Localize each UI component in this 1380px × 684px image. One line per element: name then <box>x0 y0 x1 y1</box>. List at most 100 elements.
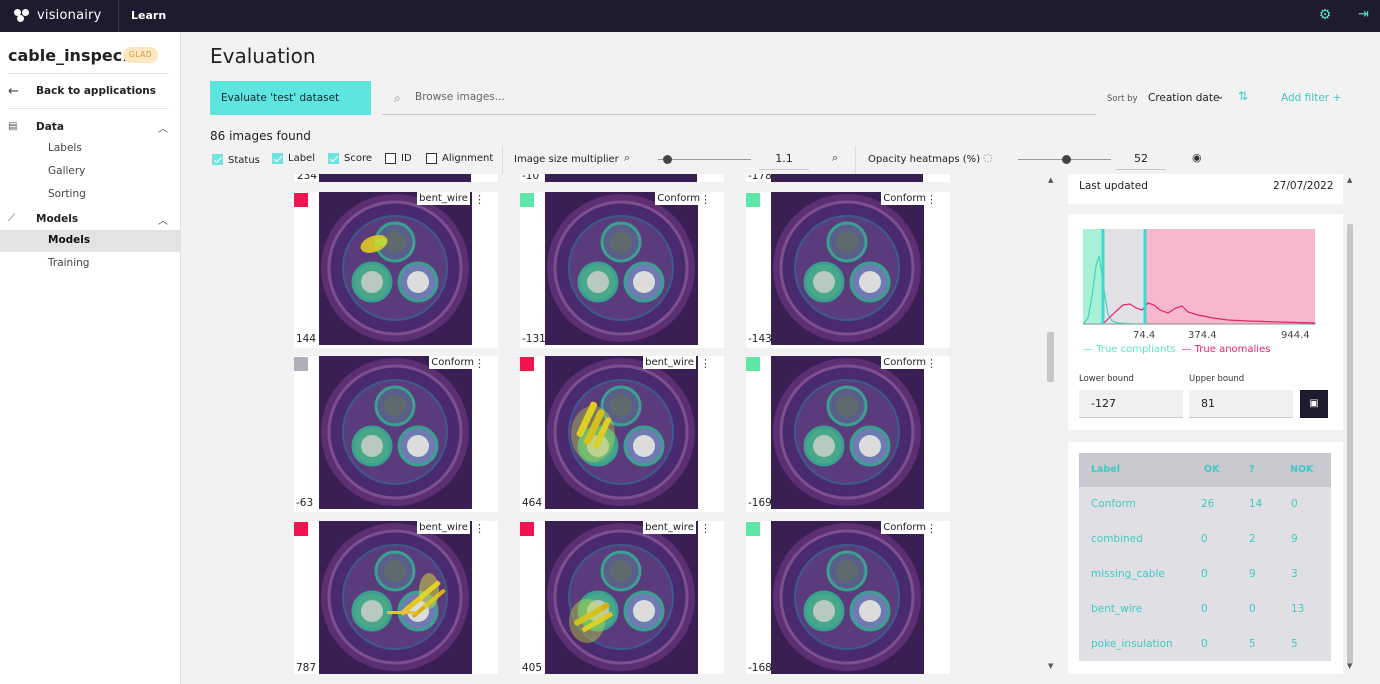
zoom-out-icon[interactable]: ⌕ <box>624 151 630 165</box>
chevron-up-icon[interactable]: ︿ <box>158 120 168 135</box>
label-checkbox[interactable]: Label <box>272 151 315 165</box>
zoom-in-icon[interactable]: ⌕ <box>832 151 838 165</box>
sort-select[interactable]: Creation date <box>1148 92 1219 104</box>
save-icon: ▣ <box>1309 398 1319 409</box>
upper-bound-input[interactable]: 81 <box>1189 390 1293 418</box>
lower-bound-label: Lower bound <box>1079 374 1134 384</box>
image-size-slider-handle[interactable] <box>663 155 672 164</box>
add-filter-label: Add filter <box>1281 92 1330 104</box>
table-row-label[interactable]: Conform <box>1091 498 1136 510</box>
more-options-icon[interactable]: ⋮ <box>700 358 711 369</box>
image-score: -169 <box>748 497 772 509</box>
more-options-icon[interactable]: ⋮ <box>474 194 485 205</box>
table-cell: 14 <box>1249 498 1263 510</box>
column-header: Label <box>1091 464 1120 475</box>
more-options-icon[interactable]: ⋮ <box>926 358 937 369</box>
back-to-applications-label: Back to applications <box>36 85 157 97</box>
more-options-icon[interactable]: ⋮ <box>474 523 485 534</box>
upper-bound-label: Upper bound <box>1189 374 1245 384</box>
gallery-image-partial[interactable] <box>545 174 697 182</box>
opacity-value[interactable]: 52 <box>1116 150 1166 170</box>
gallery-image[interactable] <box>319 521 472 674</box>
more-options-icon[interactable]: ⋮ <box>474 358 485 369</box>
id-checkbox[interactable]: ID <box>385 151 412 165</box>
image-gallery: 234 -10 -178 bent_wire ⋮ 144 Conform ⋮ -… <box>210 174 1056 674</box>
opacity-slider-handle[interactable] <box>1062 155 1071 164</box>
logout-icon[interactable]: ⇥ <box>1358 8 1372 22</box>
scroll-down-icon[interactable]: ▼ <box>1347 662 1352 670</box>
table-row-label[interactable]: poke_insulation <box>1091 638 1173 650</box>
gallery-image[interactable] <box>771 192 924 345</box>
topbar-section-learn[interactable]: Learn <box>131 9 166 22</box>
gallery-scrollbar-thumb[interactable] <box>1047 332 1054 382</box>
sidebar-item-training[interactable]: Training <box>0 253 181 275</box>
status-checkbox[interactable]: Status <box>212 152 260 166</box>
panel-scrollbar-thumb[interactable] <box>1347 224 1353 664</box>
table-row-label[interactable]: bent_wire <box>1091 603 1142 615</box>
toolbar-divider <box>855 146 856 174</box>
table-cell: 0 <box>1201 638 1208 650</box>
more-options-icon[interactable]: ⋮ <box>926 523 937 534</box>
sidebar-item-labels[interactable]: Labels <box>0 138 181 160</box>
scroll-up-icon[interactable]: ▲ <box>1347 176 1352 184</box>
image-size-value[interactable]: 1.1 <box>759 150 809 170</box>
status-indicator <box>520 522 534 536</box>
table-row-label[interactable]: missing_cable <box>1091 568 1165 580</box>
evaluate-dataset-button[interactable]: Evaluate 'test' dataset <box>210 81 371 115</box>
checkbox-icon <box>328 152 339 164</box>
gallery-image[interactable] <box>545 192 698 345</box>
table-cell: 3 <box>1291 568 1298 580</box>
table-row-label[interactable]: combined <box>1091 533 1143 545</box>
status-indicator <box>294 522 308 536</box>
gear-icon[interactable]: ⚙ <box>1318 8 1332 22</box>
database-icon: ▤ <box>8 121 18 132</box>
score-checkbox[interactable]: Score <box>328 151 372 165</box>
image-label-tag: bent_wire <box>417 192 470 205</box>
chevron-up-icon[interactable]: ︿ <box>158 212 168 227</box>
gallery-scrollbar[interactable]: ▲ ▼ <box>1046 174 1056 674</box>
unsure-zone <box>1103 229 1145 324</box>
sidebar-item-sorting[interactable]: Sorting <box>0 184 181 206</box>
gallery-image[interactable] <box>319 192 472 345</box>
back-arrow-icon: ← <box>8 84 19 99</box>
sort-direction-icon[interactable]: ⇅ <box>1238 89 1248 103</box>
sidebar-item-gallery[interactable]: Gallery <box>0 161 181 183</box>
table-cell: 0 <box>1249 603 1256 615</box>
table-cell: 0 <box>1201 568 1208 580</box>
brand-logo[interactable]: visionairy <box>14 8 102 23</box>
image-label-tag: bent_wire <box>643 521 696 534</box>
gallery-image[interactable] <box>545 521 698 674</box>
status-indicator <box>294 357 308 371</box>
search-input[interactable] <box>415 91 715 103</box>
confusion-table: Label OK ? NOK Conform 26 14 0 combined 0 2 9 mi… <box>1079 453 1331 661</box>
image-label-tag: Conform <box>881 192 929 205</box>
scroll-down-icon[interactable]: ▼ <box>1048 662 1053 670</box>
save-bounds-button[interactable]: ▣ <box>1300 390 1328 418</box>
gallery-image[interactable] <box>771 356 924 509</box>
gallery-image-partial[interactable] <box>771 174 923 182</box>
scroll-up-icon[interactable]: ▲ <box>1048 176 1053 184</box>
lower-bound-input[interactable]: -127 <box>1079 390 1183 418</box>
gallery-image[interactable] <box>319 356 472 509</box>
score-histogram[interactable]: 74.4 374.4 944.4 <box>1078 226 1333 346</box>
sidebar-section-data[interactable]: ▤ Data ︿ <box>0 118 181 138</box>
image-label-tag: Conform <box>881 356 929 369</box>
gallery-image[interactable] <box>545 356 698 509</box>
sidebar-item-models[interactable]: Models <box>0 230 181 252</box>
table-cell: 9 <box>1249 568 1256 580</box>
toolbar-divider <box>502 146 503 174</box>
gallery-image[interactable] <box>771 521 924 674</box>
panel-scrollbar[interactable]: ▲ ▼ <box>1346 174 1354 674</box>
hist-tick: 944.4 <box>1281 330 1310 341</box>
more-options-icon[interactable]: ⋮ <box>700 194 711 205</box>
back-to-applications-link[interactable]: ← Back to applications <box>0 80 181 104</box>
chevron-down-icon[interactable]: ⌄ <box>1216 91 1224 102</box>
confusion-table-card: Label OK ? NOK Conform 26 14 0 combined 0 2 9 mi… <box>1068 442 1343 674</box>
sidebar: cable_inspec... GLAD ← Back to applicati… <box>0 32 181 684</box>
sidebar-section-models[interactable]: ⟋ Models ︿ <box>0 210 181 230</box>
more-options-icon[interactable]: ⋮ <box>700 523 711 534</box>
more-options-icon[interactable]: ⋮ <box>926 194 937 205</box>
gallery-image-partial[interactable] <box>319 174 471 182</box>
alignment-checkbox[interactable]: Alignment <box>426 151 493 165</box>
add-filter-button[interactable]: Add filter + <box>1281 92 1341 104</box>
